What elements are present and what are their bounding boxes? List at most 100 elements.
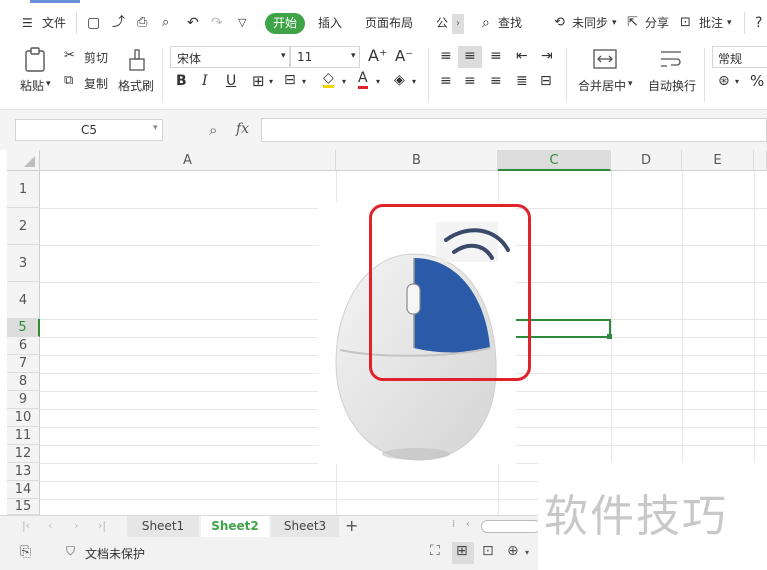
merge-center-icon[interactable] [592,46,618,72]
font-name-select[interactable]: 宋体 ▾ [170,46,290,68]
font-color-button[interactable]: A [358,71,368,89]
row-header[interactable]: 1 [7,171,40,208]
underline-button[interactable]: U [226,73,236,89]
border-icon[interactable]: ⊞ [252,72,265,90]
print-icon[interactable]: ⎙ [137,14,147,32]
fullscreen-icon[interactable]: ⛶ [430,543,440,559]
chevron-down-icon[interactable]: ▾ [269,77,273,86]
sync-status[interactable]: 未同步 [572,14,608,32]
tab-page-layout[interactable]: 页面布局 [365,14,413,32]
chevron-down-icon[interactable]: ▾ [153,123,158,133]
row-header[interactable]: 13 [7,463,40,481]
add-sheet-button[interactable]: + [345,516,358,535]
scissors-icon[interactable]: ✂ [64,48,75,63]
export-icon[interactable]: ⤴ [112,14,125,32]
comment-icon[interactable]: ⊡ [680,14,691,32]
merge-center-button[interactable]: 合并居中 [578,77,626,94]
align-top-icon[interactable]: ≡ [440,48,452,64]
fill-handle[interactable] [607,334,612,339]
format-painter-icon[interactable] [124,46,150,74]
sheet-tab[interactable]: Sheet3 [271,516,339,537]
print-preview-icon[interactable]: ⌕ [162,14,169,32]
copy-icon[interactable]: ⧉ [64,73,73,88]
cut-button[interactable]: 剪切 [84,49,108,66]
redo-icon[interactable]: ↷ [211,14,223,32]
chevron-down-icon[interactable]: ▾ [342,77,346,86]
row-header[interactable]: 12 [7,445,40,463]
chevron-down-icon[interactable]: ▾ [735,77,739,86]
bold-button[interactable]: B [176,73,187,89]
formula-input[interactable] [261,118,767,142]
fill-color-icon[interactable]: ◇ [323,71,334,88]
tab-home[interactable]: 开始 [265,13,305,34]
fx-button[interactable]: fx [236,121,249,137]
sheet-tab[interactable]: Sheet1 [127,516,199,537]
align-bottom-icon[interactable]: ≡ [490,48,502,64]
cell-style-icon[interactable]: ⊟ [284,72,296,88]
tab-splitter[interactable]: ⁞ [452,519,455,530]
column-header[interactable]: E [682,150,754,171]
row-header[interactable]: 7 [7,355,40,373]
help-icon[interactable]: ? [755,14,762,32]
eraser-icon[interactable]: ◈ [394,72,405,88]
column-header[interactable]: B [336,150,498,171]
undo-icon[interactable]: ↶ [187,14,199,32]
italic-button[interactable]: I [202,73,208,89]
row-header[interactable]: 6 [7,337,40,355]
chevron-down-icon[interactable]: ▾ [612,14,617,32]
paste-button[interactable]: 粘贴 [20,77,44,94]
indent-increase-icon[interactable]: ⇥ [541,48,553,64]
protection-status[interactable]: 文档未保护 [85,545,145,562]
row-header[interactable]: 2 [7,208,40,245]
share-icon[interactable]: ⇱ [627,14,638,32]
horizontal-scrollbar[interactable] [481,520,541,533]
prev-sheet-icon[interactable]: ‹ [48,519,52,532]
chevron-down-icon[interactable]: ▾ [628,79,633,89]
currency-icon[interactable]: ⊛ [718,73,730,89]
search-icon[interactable]: ⌕ [482,14,490,32]
share-button[interactable]: 分享 [645,14,669,32]
number-format-select[interactable]: 常规 [712,46,767,68]
chevron-down-icon[interactable]: ▾ [727,14,732,32]
chevron-down-icon[interactable]: ▾ [46,79,51,89]
column-header-selected[interactable]: C [498,150,611,171]
save-icon[interactable]: ▢ [87,14,100,32]
paste-icon[interactable] [22,46,48,74]
row-header[interactable]: 4 [7,282,40,319]
chevron-right-icon[interactable]: › [452,14,464,34]
row-header[interactable]: 3 [7,245,40,282]
row-header[interactable]: 14 [7,481,40,499]
tab-insert[interactable]: 插入 [318,14,342,32]
sheet-tab-active[interactable]: Sheet2 [201,516,269,537]
copy-button[interactable]: 复制 [84,75,108,92]
chevron-down-icon[interactable]: ▾ [302,77,306,86]
font-size-select[interactable]: 11 ▾ [290,46,360,68]
row-header[interactable]: 9 [7,391,40,409]
row-header[interactable]: 10 [7,409,40,427]
increase-font-icon[interactable]: A⁺ [368,46,387,65]
next-sheet-icon[interactable]: › [74,519,78,532]
file-menu[interactable]: 文件 [42,14,66,32]
last-sheet-icon[interactable]: ›| [98,519,106,532]
customize-icon[interactable]: ▽ [238,14,246,32]
search-button[interactable]: 查找 [498,14,522,32]
justify-icon[interactable]: ≣ [516,73,528,89]
format-painter-button[interactable]: 格式刷 [118,77,154,94]
first-sheet-icon[interactable]: |‹ [22,519,30,532]
align-left-icon[interactable]: ≡ [440,73,452,89]
decrease-font-icon[interactable]: A⁻ [395,47,413,65]
zoom-icon[interactable]: ⌕ [209,121,217,139]
hamburger-icon[interactable]: ☰ [22,14,33,32]
chevron-down-icon[interactable]: ▾ [525,548,529,557]
column-header[interactable]: D [611,150,682,171]
tab-formulas[interactable]: 公 [436,14,448,32]
scroll-left-icon[interactable]: ‹ [466,519,470,530]
percent-button[interactable]: % [750,72,764,90]
row-header[interactable]: 11 [7,427,40,445]
row-header[interactable]: 8 [7,373,40,391]
comment-button[interactable]: 批注 [699,14,723,32]
sync-icon[interactable]: ⟲ [554,14,565,32]
row-header-selected[interactable]: 5 [7,319,40,337]
indent-decrease-icon[interactable]: ⇤ [516,48,528,64]
chevron-down-icon[interactable]: ▾ [412,77,416,86]
